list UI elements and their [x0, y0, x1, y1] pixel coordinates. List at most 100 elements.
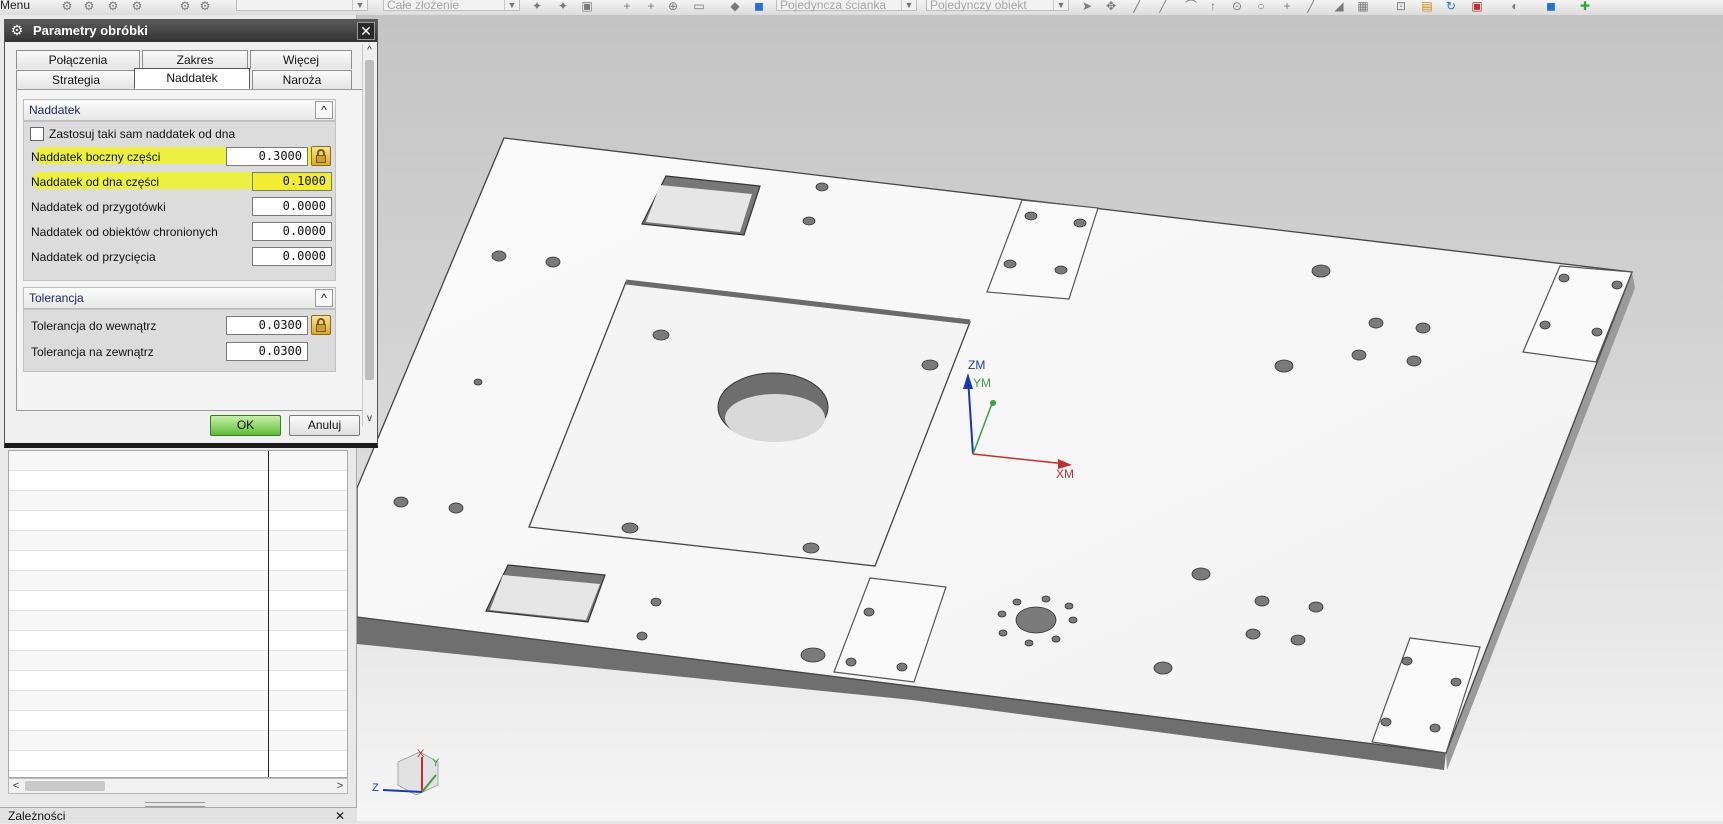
- toolbar-tool-icon[interactable]: ⚙: [60, 0, 74, 12]
- render-style-icon[interactable]: ◐: [1508, 0, 1522, 12]
- snap-icon[interactable]: +: [1280, 0, 1294, 12]
- toolbar-combo-empty[interactable]: ▼: [236, 0, 368, 11]
- snap-icon[interactable]: ✥: [1104, 0, 1118, 12]
- tab-corners[interactable]: Naroża: [252, 70, 352, 89]
- check-stock-field[interactable]: 0.0000: [252, 222, 332, 241]
- snap-point-icon[interactable]: +: [620, 0, 634, 12]
- dialog-titlebar[interactable]: ⚙ Parametry obróbki ✕: [5, 20, 377, 42]
- close-button[interactable]: ✕: [357, 22, 375, 40]
- table-row[interactable]: [9, 671, 347, 691]
- ok-button[interactable]: OK: [210, 415, 281, 436]
- table-row[interactable]: [9, 451, 347, 471]
- table-row[interactable]: [9, 731, 347, 751]
- box-select-icon[interactable]: ▭: [692, 0, 706, 12]
- snap-icon[interactable]: ╱: [1156, 0, 1170, 12]
- scroll-thumb[interactable]: [365, 60, 374, 380]
- refresh-icon[interactable]: ↻: [1444, 0, 1458, 12]
- snap-icon[interactable]: ╱: [1130, 0, 1144, 12]
- toolbar-tool-icon[interactable]: ⚙: [198, 0, 212, 12]
- blank-stock-field[interactable]: 0.0000: [252, 197, 332, 216]
- blank-stock-row: Naddatek od przygotówki 0.0000: [24, 197, 335, 219]
- column-divider[interactable]: [268, 451, 269, 777]
- graphics-viewport[interactable]: ZM YM XM X Y Z: [357, 15, 1723, 821]
- selection-filter-icon[interactable]: ▣: [580, 0, 594, 12]
- tab-range[interactable]: Zakres: [142, 50, 248, 69]
- snap-icon[interactable]: ◢: [1332, 0, 1346, 12]
- table-row[interactable]: [9, 491, 347, 511]
- dialog-content: Naddatek ^ Zastosuj taki sam naddatek od…: [16, 89, 363, 411]
- tolerance-group-header[interactable]: Tolerancja ^: [23, 287, 336, 309]
- table-row[interactable]: [9, 551, 347, 571]
- snap-icon[interactable]: ○: [1254, 0, 1268, 12]
- snap-point-icon[interactable]: ⊕: [666, 0, 680, 12]
- table-row[interactable]: [9, 711, 347, 731]
- zoom-icon[interactable]: ⊡: [1394, 0, 1408, 12]
- table-row[interactable]: [9, 751, 347, 771]
- toolbar-tool-icon[interactable]: ⚙: [82, 0, 96, 12]
- cancel-button[interactable]: Anuluj: [289, 415, 360, 436]
- table-row[interactable]: [9, 591, 347, 611]
- table-row[interactable]: [9, 611, 347, 631]
- table-row[interactable]: [9, 691, 347, 711]
- selection-filter-icon[interactable]: ✦: [530, 0, 544, 12]
- triad-z-label: Z: [372, 782, 379, 794]
- dialog-vertical-scrollbar[interactable]: ^ v: [362, 44, 376, 426]
- table-row[interactable]: [9, 651, 347, 671]
- snap-icon[interactable]: ⊙: [1230, 0, 1244, 12]
- view-icon[interactable]: ▣: [1470, 0, 1484, 12]
- snap-point-icon[interactable]: +: [644, 0, 658, 12]
- toolbar-tool-icon[interactable]: ⚙: [106, 0, 120, 12]
- table-row[interactable]: [9, 511, 347, 531]
- same-floor-stock-checkbox[interactable]: [30, 127, 44, 141]
- snap-icon[interactable]: ╱: [1304, 0, 1318, 12]
- chevron-up-icon[interactable]: ^: [363, 44, 376, 58]
- same-floor-stock-row[interactable]: Zastosuj taki sam naddatek od dna: [24, 124, 335, 146]
- layer-icon[interactable]: ✚: [1578, 0, 1592, 12]
- lock-icon[interactable]: [311, 315, 331, 335]
- tab-more[interactable]: Więcej: [250, 50, 352, 69]
- tab-connections[interactable]: Połączenia: [16, 50, 140, 69]
- view-icon[interactable]: ▤: [1420, 0, 1434, 12]
- shade-icon[interactable]: ◆: [728, 0, 742, 12]
- scroll-left-icon[interactable]: <: [9, 779, 23, 793]
- table-row[interactable]: [9, 471, 347, 491]
- outtol-label: Tolerancja na zewnątrz: [31, 345, 154, 359]
- gear-icon[interactable]: ⚙: [9, 22, 25, 38]
- face-rule-select[interactable]: Pojedyncza ścianka ▼: [776, 0, 917, 12]
- scroll-thumb[interactable]: [25, 781, 105, 791]
- toolbar-tool-icon[interactable]: ⚙: [178, 0, 192, 12]
- trim-stock-field[interactable]: 0.0000: [252, 247, 332, 266]
- trim-stock-row: Naddatek od przycięcia 0.0000: [24, 247, 335, 269]
- view-triad[interactable]: [389, 750, 444, 810]
- snap-icon[interactable]: ⌒: [1184, 0, 1198, 12]
- outtol-field[interactable]: 0.0300: [226, 342, 308, 361]
- object-rule-select[interactable]: Pojedynczy obiekt ▼: [926, 0, 1069, 12]
- intol-field[interactable]: 0.0300: [226, 316, 308, 335]
- navigator-table[interactable]: [8, 450, 348, 778]
- stock-group-header[interactable]: Naddatek ^: [23, 99, 336, 121]
- snap-icon[interactable]: ↑: [1206, 0, 1220, 12]
- assembly-scope-select[interactable]: Całe złożenie ▼: [383, 0, 520, 12]
- dialog-title: Parametry obróbki: [33, 23, 148, 38]
- toolbar-tool-icon[interactable]: ⚙: [130, 0, 144, 12]
- chevron-down-icon[interactable]: v: [363, 412, 376, 426]
- snap-icon[interactable]: ➤: [1080, 0, 1094, 12]
- table-row[interactable]: [9, 571, 347, 591]
- cube-icon[interactable]: ◼: [752, 0, 766, 12]
- side-stock-field[interactable]: 0.3000: [226, 147, 308, 166]
- snap-icon[interactable]: ▦: [1356, 0, 1370, 12]
- scroll-right-icon[interactable]: >: [333, 779, 347, 793]
- chevron-up-icon[interactable]: ✕: [335, 808, 345, 824]
- lock-icon[interactable]: [311, 146, 331, 166]
- selection-filter-icon[interactable]: ✦: [556, 0, 570, 12]
- orient-view-icon[interactable]: ◼: [1544, 0, 1558, 12]
- tab-strategy[interactable]: Strategia: [16, 70, 136, 89]
- chevron-up-icon[interactable]: ^: [315, 289, 333, 307]
- menu-button[interactable]: Menu: [0, 0, 30, 13]
- horizontal-scrollbar[interactable]: < >: [8, 778, 348, 794]
- table-row[interactable]: [9, 531, 347, 551]
- chevron-up-icon[interactable]: ^: [315, 101, 333, 119]
- table-row[interactable]: [9, 631, 347, 651]
- floor-stock-field[interactable]: 0.1000: [252, 172, 332, 191]
- tab-stock[interactable]: Naddatek: [134, 68, 250, 89]
